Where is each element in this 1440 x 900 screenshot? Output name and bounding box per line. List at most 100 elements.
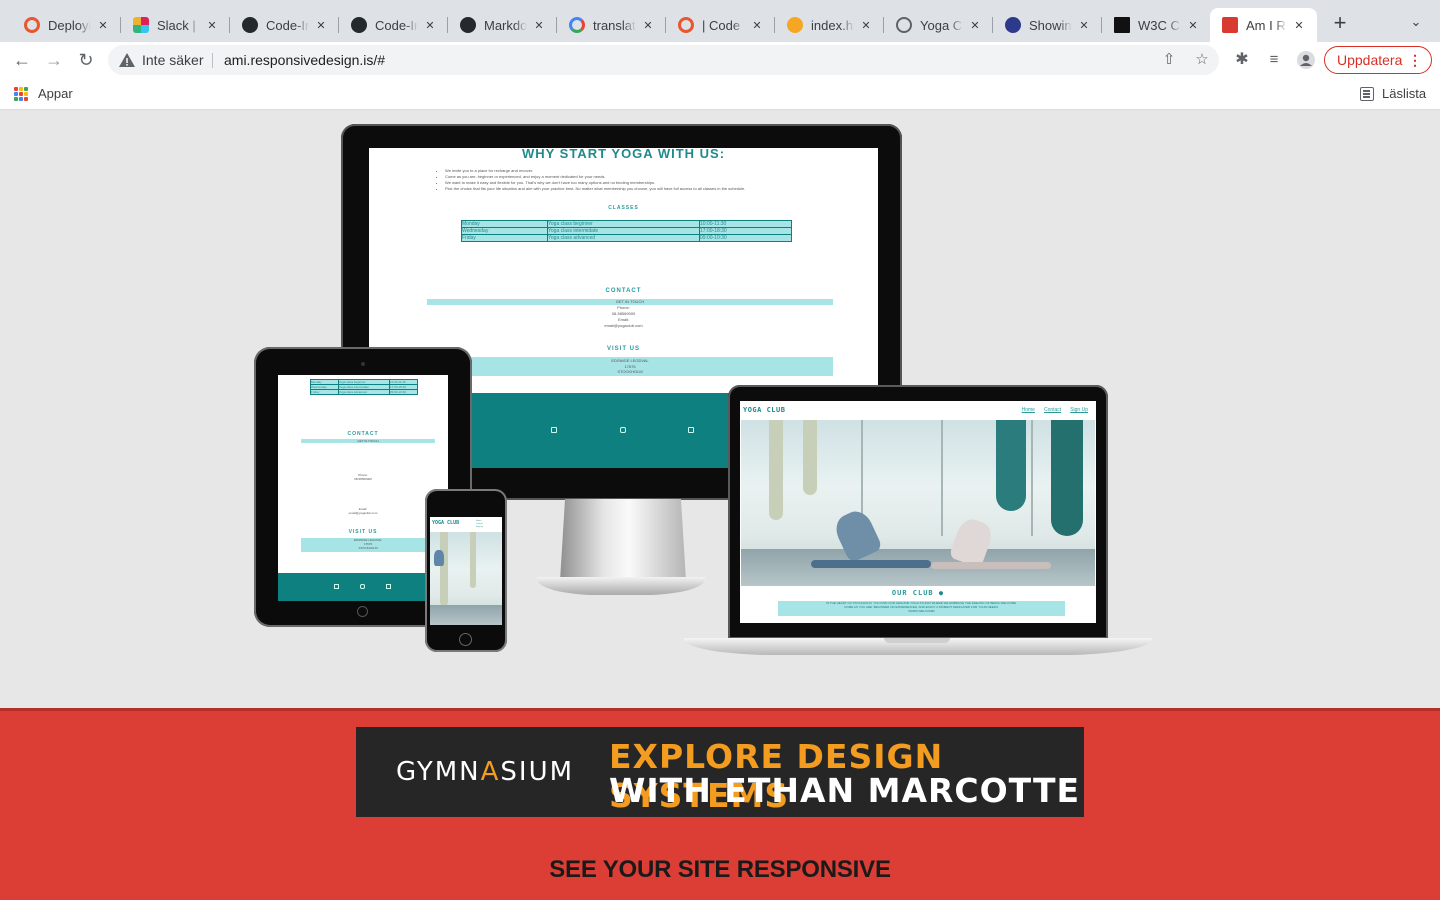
- table-cell: Yoga class advanced: [547, 234, 700, 242]
- facebook-icon[interactable]: [334, 584, 339, 589]
- mock-visit-block: EDSNIGE LEGDVAL 17676 STOCKHOLM: [427, 357, 833, 376]
- update-button[interactable]: Uppdatera ⋮: [1324, 46, 1432, 74]
- logo-part: SIUM: [500, 757, 575, 787]
- tablet-visit-line: STOCKHOLM: [358, 546, 378, 550]
- tab-title: Am I Re: [1246, 17, 1287, 33]
- page-headline: SEE YOUR SITE RESPONSIVE: [549, 856, 891, 883]
- tab-title: Code-In: [266, 17, 309, 33]
- phone-logo: YOGA CLUB: [432, 520, 460, 526]
- ad-headline-2: WITH ETHAN MARCOTTE: [609, 771, 1080, 810]
- table-row: Friday Yoga class advanced 09:00-10:30: [461, 234, 792, 242]
- tab-title: Slack | p: [157, 17, 200, 33]
- browser-tab[interactable]: index.ht ✕: [775, 8, 884, 42]
- table-row: Wednesday Yoga class intermidate 17:00-18:…: [461, 227, 792, 235]
- omnibox-divider: [212, 53, 213, 68]
- twitter-icon[interactable]: [386, 584, 391, 589]
- logo-part: A: [480, 757, 501, 787]
- w3c-icon: [1114, 17, 1130, 33]
- tab-title: translat: [593, 17, 636, 33]
- table-cell: Wednesday: [461, 227, 548, 235]
- browser-tab[interactable]: W3C CS ✕: [1102, 8, 1211, 42]
- gymnasium-ad-banner[interactable]: GYMNASIUM EXPLORE DESIGN SYSTEMS WITH ET…: [356, 727, 1084, 817]
- tablet-screen[interactable]: Monday Yoga class beginner 10:00-11:30 Wed…: [278, 375, 448, 601]
- twitter-icon[interactable]: [688, 427, 694, 433]
- url-text[interactable]: ami.responsivedesign.is/#: [224, 52, 385, 68]
- close-tab-icon[interactable]: ✕: [422, 19, 438, 32]
- red-ring-icon: [24, 17, 40, 33]
- browser-tab[interactable]: Markdo ✕: [448, 8, 557, 42]
- mock-nav: Home Contact Sign Up: [1022, 407, 1088, 413]
- gitpod-icon: [787, 17, 803, 33]
- tablet-classes-table: Monday Yoga class beginner 10:00-11:30 Wed…: [310, 379, 419, 395]
- close-tab-icon[interactable]: ✕: [858, 19, 874, 32]
- browser-tab[interactable]: Slack | p ✕: [121, 8, 230, 42]
- instagram-icon[interactable]: [360, 584, 365, 589]
- table-cell: 10:00-11:30: [699, 220, 792, 228]
- tab-title: Yoga Cl: [920, 17, 963, 33]
- mock-club-title: OUR CLUB ●: [740, 589, 1096, 597]
- tab-search-icon[interactable]: ⌄: [1406, 14, 1426, 34]
- apps-grid-icon[interactable]: [14, 87, 28, 101]
- apps-bookmark[interactable]: Appar: [38, 86, 73, 101]
- browser-tab[interactable]: | Code I ✕: [666, 8, 775, 42]
- table-cell: Monday: [461, 220, 548, 228]
- monitor-stand: [560, 499, 686, 581]
- browser-tab[interactable]: Yoga Cl ✕: [884, 8, 993, 42]
- update-label: Uppdatera: [1337, 52, 1403, 68]
- mock-club-line: WARM WELCOME!: [908, 609, 935, 613]
- globe-icon: [896, 17, 912, 33]
- close-tab-icon[interactable]: ✕: [749, 19, 765, 32]
- new-tab-button[interactable]: +: [1328, 12, 1352, 36]
- bookmark-star-icon[interactable]: ☆: [1191, 49, 1213, 71]
- person-icon: ●: [938, 589, 945, 597]
- close-tab-icon[interactable]: ✕: [967, 19, 983, 32]
- warning-icon[interactable]: [118, 51, 136, 69]
- mock-contact-line: email@yogaclub.com: [604, 323, 643, 328]
- close-tab-icon[interactable]: ✕: [640, 19, 656, 32]
- page-content: WHY START YOGA WITH US: We invite you to…: [0, 111, 1440, 900]
- table-cell: Yoga class intermidate: [547, 227, 700, 235]
- mock-nav-contact[interactable]: Contact: [1044, 407, 1061, 413]
- media-control-icon[interactable]: ≡: [1260, 46, 1288, 74]
- address-bar[interactable]: Inte säker ami.responsivedesign.is/# ⇧ ☆: [108, 45, 1219, 75]
- security-label[interactable]: Inte säker: [142, 52, 203, 68]
- back-icon[interactable]: ←: [8, 46, 36, 74]
- close-tab-icon[interactable]: ✕: [531, 19, 547, 32]
- reload-icon[interactable]: ↻: [72, 46, 100, 74]
- mock-nav-signup[interactable]: Sign Up: [1070, 407, 1088, 413]
- phone-nav-signup[interactable]: Sign Up: [476, 526, 483, 529]
- more-menu-icon[interactable]: ⋮: [1408, 47, 1422, 73]
- close-tab-icon[interactable]: ✕: [1291, 19, 1307, 32]
- reading-list-icon[interactable]: [1360, 87, 1374, 101]
- browser-tab[interactable]: Deploying ✕: [12, 8, 121, 42]
- browser-toolbar: ← → ↻ Inte säker ami.responsivedesign.is…: [0, 42, 1440, 78]
- extensions-icon[interactable]: ✱: [1228, 46, 1256, 74]
- browser-tab[interactable]: Code-In ✕: [339, 8, 448, 42]
- laptop-screen[interactable]: YOGA CLUB Home Contact Sign Up OUR CLUB …: [740, 401, 1096, 623]
- tablet-visit-title: VISIT US: [348, 529, 378, 535]
- table-cell: Friday: [461, 234, 548, 242]
- reading-list-button[interactable]: Läslista: [1382, 86, 1426, 101]
- browser-tab[interactable]: Code-In ✕: [230, 8, 339, 42]
- instagram-icon[interactable]: [620, 427, 626, 433]
- close-tab-icon[interactable]: ✕: [1076, 19, 1092, 32]
- browser-tab[interactable]: Am I Re ✕: [1210, 8, 1317, 42]
- close-tab-icon[interactable]: ✕: [204, 19, 220, 32]
- monitor-base: [537, 577, 705, 595]
- close-tab-icon[interactable]: ✕: [1185, 19, 1201, 32]
- close-tab-icon[interactable]: ✕: [313, 19, 329, 32]
- profile-icon[interactable]: [1292, 46, 1320, 74]
- browser-tab[interactable]: translat ✕: [557, 8, 666, 42]
- laptop-notch: [884, 638, 950, 643]
- browser-tab[interactable]: Showing ✕: [993, 8, 1102, 42]
- phone-screen[interactable]: YOGA CLUB Home Contact Sign Up: [430, 517, 502, 625]
- forward-icon[interactable]: →: [40, 46, 68, 74]
- close-tab-icon[interactable]: ✕: [95, 19, 111, 32]
- facebook-icon[interactable]: [551, 427, 557, 433]
- github-icon: [242, 17, 258, 33]
- mock-classes-table: Monday Yoga class beginner 10:00-11:30 Wed…: [461, 220, 792, 242]
- share-icon[interactable]: ⇧: [1158, 49, 1180, 71]
- bookmarks-bar: Appar Läslista: [0, 78, 1440, 110]
- red-ring-icon: [678, 17, 694, 33]
- mock-nav-home[interactable]: Home: [1022, 407, 1035, 413]
